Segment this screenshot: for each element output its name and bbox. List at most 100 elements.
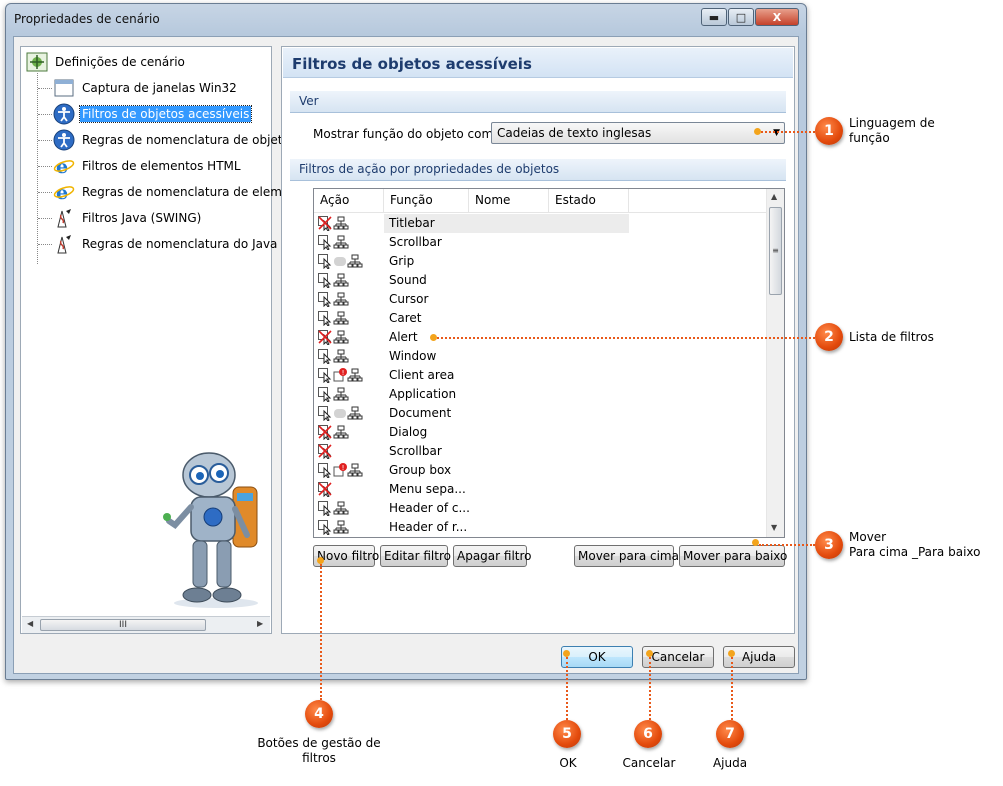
list-item[interactable]: Application <box>314 385 766 404</box>
list-item[interactable]: Sound <box>314 271 766 290</box>
svg-text:!: ! <box>342 464 345 472</box>
callout-line <box>437 337 815 339</box>
list-item[interactable]: Header of r... <box>314 518 766 537</box>
list-item[interactable]: Document <box>314 404 766 423</box>
dialog-window: Propriedades de cenário ▬ □ X Definições… <box>5 3 807 680</box>
callout-line <box>731 657 733 720</box>
ok-button[interactable]: OK <box>561 646 633 668</box>
move-down-button[interactable]: Mover para baixo <box>679 545 787 567</box>
callout-text-3: Mover Para cima _Para baixo <box>849 530 981 559</box>
edit-filter-button[interactable]: Editar filtro <box>380 545 451 567</box>
svg-text:e: e <box>56 182 68 203</box>
callout-anchor <box>752 539 759 546</box>
delete-filter-button[interactable]: Apagar filtro <box>453 545 532 567</box>
filter-role: Alert <box>389 330 418 344</box>
list-item[interactable]: Scrollbar <box>314 442 766 461</box>
list-item[interactable]: ! Group box <box>314 461 766 480</box>
callout-line <box>320 564 322 700</box>
cancel-button[interactable]: Cancelar <box>642 646 714 668</box>
filter-action-icon <box>318 424 349 441</box>
window-icon <box>54 79 74 97</box>
filter-action-icon <box>318 405 363 422</box>
callout-text-2: Lista de filtros <box>849 330 934 344</box>
list-item[interactable]: Menu sepa... <box>314 480 766 499</box>
callout-text-7: Ajuda <box>712 756 748 770</box>
list-item[interactable]: Scrollbar <box>314 233 766 252</box>
filter-action-icon <box>318 519 349 536</box>
robot-mascot-image <box>163 452 258 608</box>
tree-item-label: Regras de nomenclatura de objetos <box>82 133 297 147</box>
filter-role: Cursor <box>389 292 429 306</box>
filter-role: Sound <box>389 273 427 287</box>
filter-action-icon <box>318 310 349 327</box>
java-icon <box>57 235 71 254</box>
tree-item-label: Filtros Java (SWING) <box>82 211 202 225</box>
column-header-action[interactable]: Ação <box>314 189 384 212</box>
filter-action-icon <box>318 481 333 498</box>
column-header-name[interactable]: Nome <box>469 189 549 212</box>
callout-badge-4: 4 <box>305 700 333 728</box>
close-button[interactable]: X <box>755 8 799 26</box>
list-item[interactable]: Titlebar <box>314 214 766 233</box>
panel-header: Filtros de objetos acessíveis <box>283 48 793 78</box>
svg-text:!: ! <box>342 369 345 377</box>
scroll-left-icon[interactable]: ◀ <box>27 619 33 628</box>
tree-root[interactable]: Definições de cenário <box>26 51 187 73</box>
new-filter-button[interactable]: Novo filtro <box>313 545 379 567</box>
filters-list[interactable]: Ação Função Nome Estado Titlebar Scrollba… <box>313 188 785 538</box>
tree-item-label: Filtros de objetos acessíveis <box>78 105 253 123</box>
filter-action-icon <box>318 291 349 308</box>
filter-action-icon <box>318 272 349 289</box>
scroll-right-icon[interactable]: ▶ <box>257 619 263 628</box>
chevron-down-icon: ▼ <box>773 128 780 138</box>
callout-badge-6: 6 <box>634 720 662 748</box>
filter-role: Menu sepa... <box>389 482 466 496</box>
callout-text-4: Botões de gestão de filtros <box>257 736 381 765</box>
tree-item-java-filters[interactable]: Filtros Java (SWING) <box>53 207 203 229</box>
callout-anchor <box>646 650 653 657</box>
list-item[interactable]: Dialog <box>314 423 766 442</box>
section-view: Ver <box>290 91 786 113</box>
tree-horizontal-scrollbar[interactable]: ◀ III ▶ <box>22 616 270 633</box>
move-up-button[interactable]: Mover para cima <box>574 545 679 567</box>
list-item[interactable]: Header of c... <box>314 499 766 518</box>
filter-role: Grip <box>389 254 415 268</box>
minimize-button[interactable]: ▬ <box>701 8 727 26</box>
list-item[interactable]: Cursor <box>314 290 766 309</box>
panel-title: Filtros de objetos acessíveis <box>292 55 532 73</box>
list-item[interactable]: Grip <box>314 252 766 271</box>
help-button[interactable]: Ajuda <box>723 646 795 668</box>
filter-role: Application <box>389 387 457 401</box>
scroll-up-icon[interactable]: ▲ <box>771 192 777 201</box>
scroll-down-icon[interactable]: ▼ <box>771 523 777 532</box>
tree-item-java-naming-rules[interactable]: Regras de nomenclatura do Java (SV <box>53 233 304 255</box>
maximize-button[interactable]: □ <box>728 8 754 26</box>
role-language-select[interactable]: Cadeias de texto inglesas ▼ <box>491 122 785 144</box>
list-item[interactable]: ! Client area <box>314 366 766 385</box>
callout-badge-1: 1 <box>815 117 843 145</box>
tree-item-win32-capture[interactable]: Captura de janelas Win32 <box>53 77 239 99</box>
filter-role: Dialog <box>389 425 428 439</box>
list-item[interactable]: Caret <box>314 309 766 328</box>
scrollbar-thumb[interactable]: III <box>40 619 206 631</box>
list-vertical-scrollbar[interactable]: ▲ ≡ ▼ <box>766 189 784 537</box>
column-header-role[interactable]: Função <box>384 189 469 212</box>
callout-badge-2: 2 <box>815 323 843 351</box>
tree-item-accessible-filters[interactable]: Filtros de objetos acessíveis <box>53 103 253 125</box>
column-header-state[interactable]: Estado <box>549 189 629 212</box>
tree-item-label: Captura de janelas Win32 <box>82 81 237 95</box>
settings-tree: Definições de cenário Captura de janelas… <box>20 46 302 634</box>
list-item[interactable]: Window <box>314 347 766 366</box>
filter-action-icon <box>318 386 349 403</box>
filter-action-icon: ! <box>318 462 363 479</box>
tree-item-object-naming-rules[interactable]: Regras de nomenclatura de objetos <box>53 129 298 151</box>
filter-role: Client area <box>389 368 455 382</box>
scroll-grip: III <box>119 620 127 630</box>
filter-role: Scrollbar <box>389 235 442 249</box>
tree-item-html-filters[interactable]: e Filtros de elementos HTML <box>53 155 243 177</box>
tree-item-html-naming-rules[interactable]: e Regras de nomenclatura de elemen <box>53 181 299 203</box>
ie-icon: e <box>53 182 75 203</box>
callout-anchor <box>563 650 570 657</box>
filter-action-icon <box>318 500 349 517</box>
scrollbar-thumb[interactable]: ≡ <box>769 207 782 295</box>
